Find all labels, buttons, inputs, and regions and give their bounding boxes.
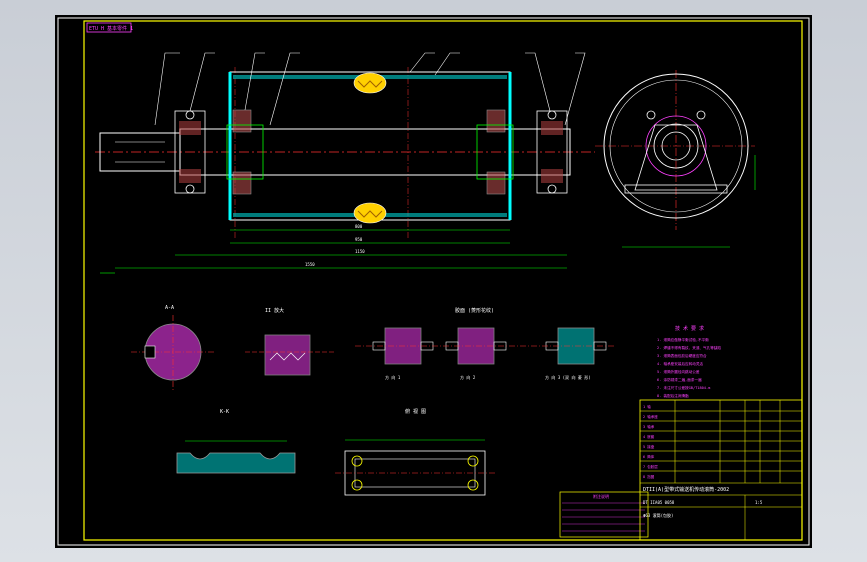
parts-row-5: 5 接盘 xyxy=(643,444,655,449)
tech-req-line-2: 2. 焊缝不得有裂纹、夹渣、气孔等缺陷 xyxy=(657,345,721,350)
title-block-main-title: DTII(A)型带式输送机传动滚筒-2002 xyxy=(643,486,729,493)
main-assembly-view: 800 950 1150 1550 xyxy=(95,52,595,274)
parts-row-3: 3 轴承 xyxy=(643,424,655,429)
parts-row-8: 8 挡圈 xyxy=(643,474,655,479)
drawing-number: DT IIA05 0058 xyxy=(643,500,675,505)
section-k-view: K-K xyxy=(176,409,296,474)
detail-1-label: II 放大 xyxy=(265,307,284,314)
section-a-label: A-A xyxy=(165,305,174,311)
part-name-short: Φ63 滚筒(包胶) xyxy=(643,512,673,518)
tech-req-line-8: 8. 装配后注润滑脂 xyxy=(657,393,689,398)
cad-drawing: ETU H 基本零件 1 800 950 1150 1550 A-A II 放大… xyxy=(57,17,810,546)
notes-title: 附注说明 xyxy=(593,493,609,499)
scale-note: 1:5 xyxy=(755,500,763,505)
tech-req-title: 技 术 要 求 xyxy=(675,325,704,332)
outer-border xyxy=(57,17,810,546)
view-caption-1: 方 向 1 xyxy=(385,374,401,380)
tech-req-line-7: 7. 未注尺寸公差按GB/T1804-m xyxy=(657,385,710,390)
corner-tag: ETU H 基本零件 1 xyxy=(89,25,133,32)
side-view xyxy=(595,70,756,248)
detail-ii-view: II 放大 xyxy=(245,307,335,376)
svg-text:950: 950 xyxy=(355,237,363,242)
drawing-canvas[interactable]: ETU H 基本零件 1 800 950 1150 1550 A-A II 放大… xyxy=(55,15,812,548)
parts-row-2: 2 轴承座 xyxy=(643,414,658,419)
view-caption-3: 方 向 3 (双 向 菱 形) xyxy=(545,374,591,380)
rubber-pattern-views: 胶面 (菱形花纹) 方 向 1 方 向 2 方 向 3 (双 向 菱 形) xyxy=(355,307,615,380)
cad-viewer-window: ETU H 基本零件 1 800 950 1150 1550 A-A II 放大… xyxy=(0,0,867,562)
technical-requirements: 技 术 要 求 1. 滚筒应做静平衡试验,不平衡 2. 焊缝不得有裂纹、夹渣、气… xyxy=(657,325,721,398)
notes-box: 附注说明 xyxy=(559,491,649,538)
tech-req-line-4: 4. 轴承座安装后应转动灵活 xyxy=(657,361,703,366)
title-block: 1 轴 2 轴承座 3 轴承 4 胀套 5 接盘 6 筒体 7 包胶层 8 挡圈… xyxy=(639,399,803,541)
svg-text:1150: 1150 xyxy=(355,249,365,254)
tech-req-line-3: 3. 滚筒表面包胶后硬度应符合 xyxy=(657,353,707,358)
detail-view-label: 俯 视 图 xyxy=(405,408,426,415)
tech-req-line-6: 6. 涂防锈漆二遍,面漆一遍 xyxy=(657,377,702,382)
view-caption-2: 方 向 2 xyxy=(460,374,476,380)
detail-2-label: 胶面 (菱形花纹) xyxy=(455,307,494,314)
detail-4-label: K-K xyxy=(220,409,229,415)
section-a-view: A-A xyxy=(131,305,215,390)
parts-row-6: 6 筒体 xyxy=(643,454,655,459)
svg-text:800: 800 xyxy=(355,224,363,229)
parts-row-1: 1 轴 xyxy=(643,404,651,409)
parts-row-7: 7 包胶层 xyxy=(643,464,658,469)
bottom-view: 俯 视 图 xyxy=(335,408,495,496)
svg-text:1550: 1550 xyxy=(305,262,315,267)
parts-row-4: 4 胀套 xyxy=(643,434,655,439)
tech-req-line-1: 1. 滚筒应做静平衡试验,不平衡 xyxy=(657,337,709,342)
tech-req-line-5: 5. 滚筒外圆径向跳动公差 xyxy=(657,369,700,374)
